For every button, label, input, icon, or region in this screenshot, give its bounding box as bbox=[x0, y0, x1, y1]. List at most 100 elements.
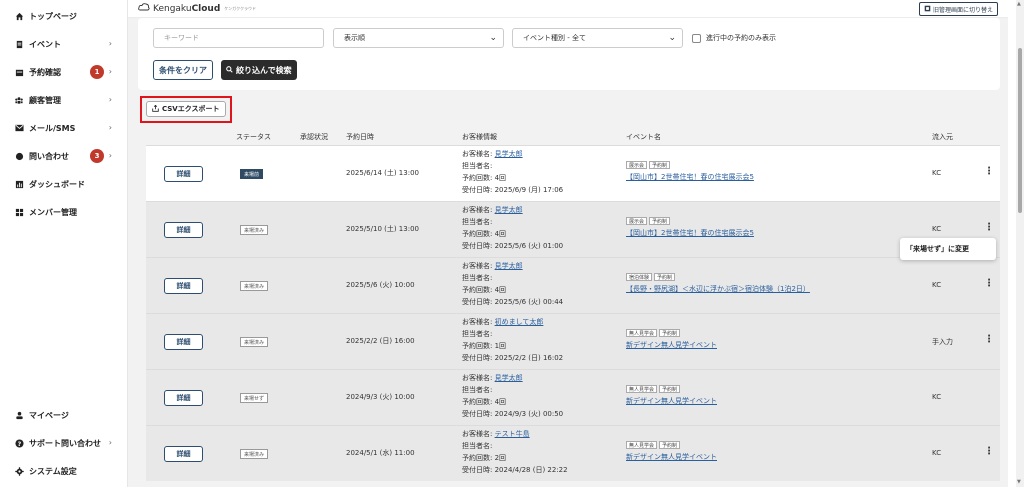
sidebar-item-inquiries[interactable]: 問い合わせ 3 › bbox=[14, 148, 124, 164]
chat-icon bbox=[14, 151, 24, 161]
event-cell: 展示会 予約制 【岡山市】2世帯住宅！春の住宅展示会5 bbox=[626, 161, 754, 182]
customer-name-link[interactable]: テスト牛島 bbox=[495, 430, 530, 438]
csv-export-button[interactable]: CSVエクスポート bbox=[146, 101, 226, 117]
staff-label: 担当者名: bbox=[462, 442, 493, 450]
status-badge: 来場前 bbox=[240, 169, 264, 179]
detail-button[interactable]: 詳細 bbox=[164, 390, 203, 406]
count-label: 予約回数: bbox=[462, 230, 493, 238]
event-link[interactable]: 新デザイン無人見学イベント bbox=[626, 453, 717, 461]
customer-name-link[interactable]: 見学太郎 bbox=[495, 374, 523, 382]
csv-export-label: CSVエクスポート bbox=[162, 105, 220, 113]
received-datetime: 2025/6/9 (月) 17:06 bbox=[494, 186, 564, 194]
event-cell: 無人見学会 予約制 新デザイン無人見学イベント bbox=[626, 329, 717, 350]
more-options-icon[interactable]: ⋮ bbox=[984, 278, 994, 289]
customer-name-link[interactable]: 見学太郎 bbox=[495, 206, 523, 214]
change-status-popover[interactable]: 「来場せず」に変更 bbox=[900, 238, 996, 260]
event-type-select-value: イベント種別 - 全て bbox=[523, 34, 586, 42]
scroll-up-icon[interactable]: ▲ bbox=[1017, 1, 1021, 7]
event-type-select[interactable]: イベント種別 - 全て ⌄ bbox=[512, 28, 683, 48]
reservation-datetime: 2025/6/14 (土) 13:00 bbox=[346, 169, 419, 177]
sidebar-item-label: トップページ bbox=[29, 11, 77, 21]
sidebar-item-mypage[interactable]: マイページ bbox=[14, 407, 124, 423]
more-options-icon[interactable]: ⋮ bbox=[984, 222, 994, 233]
ongoing-only-checkbox[interactable] bbox=[692, 33, 701, 43]
column-header-source[interactable]: 流入元 bbox=[932, 132, 953, 142]
scrollbar-thumb[interactable] bbox=[1018, 48, 1022, 213]
calendar-icon bbox=[14, 67, 24, 77]
source-value: KC bbox=[932, 169, 942, 177]
more-options-icon[interactable]: ⋮ bbox=[984, 166, 994, 177]
event-link[interactable]: 【長野・野尻湖】＜水辺に浮かぶ宿＞宿泊体験（1泊2日） bbox=[626, 285, 810, 293]
reservation-datetime: 2024/5/1 (水) 11:00 bbox=[346, 449, 415, 457]
received-label: 受付日時: bbox=[462, 466, 493, 474]
customer-name-label: お客様名: bbox=[462, 430, 493, 438]
sidebar-item-label: システム設定 bbox=[29, 466, 77, 476]
sort-select[interactable]: 表示順 ⌄ bbox=[333, 28, 504, 48]
count-label: 予約回数: bbox=[462, 398, 493, 406]
table-row: 詳細 来場前 2025/6/14 (土) 13:00 お客様名: 見学太郎 担当… bbox=[146, 145, 1000, 201]
change-to-no-show-option[interactable]: 「来場せず」に変更 bbox=[906, 244, 969, 254]
detail-button[interactable]: 詳細 bbox=[164, 222, 203, 238]
sidebar-item-reservations[interactable]: 予約確認 1 › bbox=[14, 64, 124, 80]
received-label: 受付日時: bbox=[462, 410, 493, 418]
customer-name-link[interactable]: 見学太郎 bbox=[495, 150, 523, 158]
customer-name-link[interactable]: 初めまして太郎 bbox=[495, 318, 544, 326]
column-header-status[interactable]: ステータス bbox=[236, 132, 271, 142]
chevron-down-icon: ⌄ bbox=[489, 33, 497, 43]
ongoing-only-checkbox-wrap[interactable]: 進行中の予約のみ表示 bbox=[692, 33, 776, 43]
event-link[interactable]: 【岡山市】2世帯住宅！春の住宅展示会5 bbox=[626, 173, 754, 181]
switch-legacy-admin-button[interactable]: 旧管理画面に切り替え bbox=[918, 2, 998, 16]
table-row: 詳細 来場済み 2025/5/6 (火) 10:00 お客様名: 見学太郎 担当… bbox=[146, 257, 1000, 313]
export-icon bbox=[152, 104, 159, 114]
scrollbar[interactable]: ▲ ▼ bbox=[1016, 0, 1024, 487]
person-icon bbox=[14, 410, 24, 420]
reservation-datetime: 2025/5/10 (土) 13:00 bbox=[346, 225, 419, 233]
chevron-right-icon: › bbox=[108, 67, 112, 76]
count-label: 予約回数: bbox=[462, 342, 493, 350]
sidebar-item-settings[interactable]: システム設定 bbox=[14, 463, 124, 479]
column-header-datetime[interactable]: 予約日時 bbox=[346, 132, 374, 142]
search-button-label: 絞り込んで検索 bbox=[236, 65, 292, 75]
reservation-count: 4回 bbox=[494, 398, 507, 406]
scroll-down-icon[interactable]: ▼ bbox=[1017, 479, 1021, 485]
staff-label: 担当者名: bbox=[462, 330, 493, 338]
table-row: 詳細 来場済み 2025/5/10 (土) 13:00 お客様名: 見学太郎 担… bbox=[146, 201, 1000, 257]
sidebar-item-customers[interactable]: 顧客管理 › bbox=[14, 92, 124, 108]
column-header-customer[interactable]: お客様情報 bbox=[462, 132, 497, 142]
column-header-event[interactable]: イベント名 bbox=[626, 132, 661, 142]
sidebar-item-event[interactable]: イベント › bbox=[14, 36, 124, 52]
received-label: 受付日時: bbox=[462, 242, 493, 250]
keyword-input[interactable]: キーワード bbox=[153, 28, 324, 48]
event-link[interactable]: 新デザイン無人見学イベント bbox=[626, 397, 717, 405]
count-label: 予約回数: bbox=[462, 174, 493, 182]
logo[interactable]: Kengaku Cloud ケンガククラウド bbox=[138, 3, 256, 14]
sidebar-item-top[interactable]: トップページ bbox=[14, 8, 124, 24]
more-options-icon[interactable]: ⋮ bbox=[984, 446, 994, 457]
sidebar-item-dashboard[interactable]: ダッシュボード bbox=[14, 176, 124, 192]
search-button[interactable]: 絞り込んで検索 bbox=[221, 60, 297, 80]
event-link[interactable]: 新デザイン無人見学イベント bbox=[626, 341, 717, 349]
sidebar-item-support[interactable]: ? サポート問い合わせ › bbox=[14, 435, 124, 451]
detail-button[interactable]: 詳細 bbox=[164, 166, 203, 182]
sidebar-item-mail[interactable]: メール/SMS › bbox=[14, 120, 124, 136]
reservation-datetime: 2025/5/6 (火) 10:00 bbox=[346, 281, 415, 289]
source-value: KC bbox=[932, 393, 942, 401]
more-options-icon[interactable]: ⋮ bbox=[984, 334, 994, 345]
detail-button[interactable]: 詳細 bbox=[164, 334, 203, 350]
chevron-right-icon: › bbox=[108, 39, 112, 48]
reservation-datetime: 2025/2/2 (日) 16:00 bbox=[346, 337, 415, 345]
customer-info: お客様名: 見学太郎 担当者名: 予約回数: 4回 受付日時: 2025/5/6… bbox=[462, 260, 563, 308]
notification-badge: 3 bbox=[90, 149, 104, 163]
detail-button[interactable]: 詳細 bbox=[164, 278, 203, 294]
received-datetime: 2025/2/2 (日) 16:02 bbox=[494, 354, 564, 362]
sidebar-item-members[interactable]: メンバー管理 bbox=[14, 204, 124, 220]
column-header-approval[interactable]: 承認状況 bbox=[300, 132, 328, 142]
event-link[interactable]: 【岡山市】2世帯住宅！春の住宅展示会5 bbox=[626, 229, 754, 237]
sidebar-item-label: サポート問い合わせ bbox=[29, 438, 101, 448]
detail-button[interactable]: 詳細 bbox=[164, 446, 203, 462]
clear-filters-button[interactable]: 条件をクリア bbox=[153, 60, 213, 80]
reservation-count: 2回 bbox=[494, 454, 507, 462]
customer-name-link[interactable]: 見学太郎 bbox=[495, 262, 523, 270]
source-value: 手入力 bbox=[932, 338, 953, 346]
switch-icon bbox=[924, 5, 931, 14]
